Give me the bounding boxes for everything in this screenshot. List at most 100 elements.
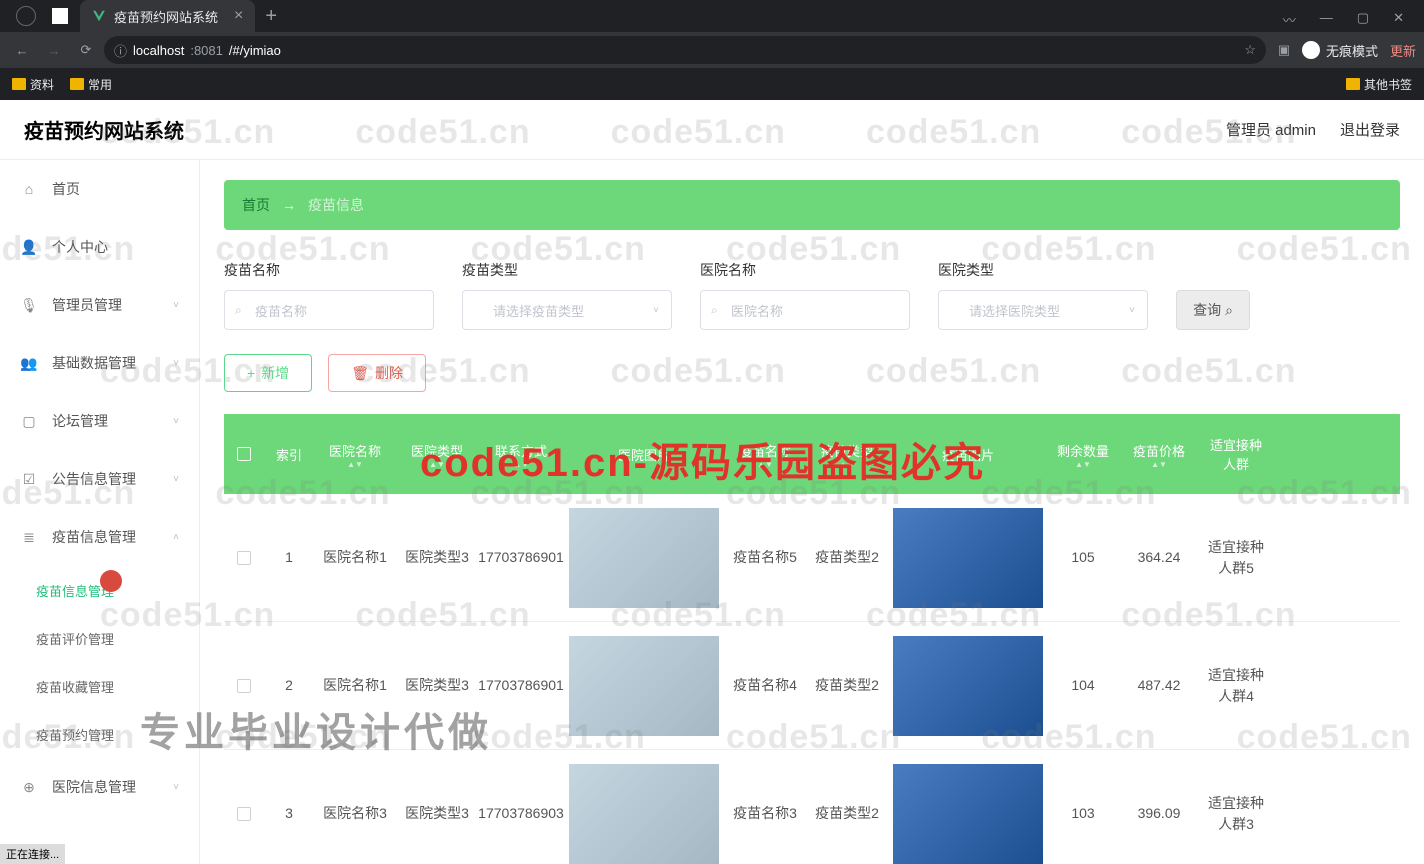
table-row: 2医院名称1医院类型317703786901疫苗名称4疫苗类型2104487.4… [224,622,1400,750]
vaccine-image [893,636,1043,736]
chevron-down-icon: ˅ [653,305,659,316]
stack-icon: ≣ [20,528,38,546]
search-icon: ⌕ [1225,302,1233,319]
row-checkbox[interactable] [237,807,251,821]
sort-icon[interactable]: ▲▼ [347,462,363,468]
sort-icon[interactable]: ▲▼ [1075,462,1091,468]
forward-button[interactable]: → [40,36,68,64]
url-port: :8081 [190,43,223,58]
filter-htype-label: 医院类型 [938,260,1148,280]
filter-vtype-select[interactable]: 请选择疫苗类型˅ [462,290,672,330]
sidebar-item-hospital[interactable]: ⊕医院信息管理˅ [0,758,199,816]
folder-icon [12,78,26,90]
sidebar-sub-vaccine-book[interactable]: 疫苗预约管理 [0,710,199,758]
cell-idx: 1 [264,547,314,568]
cell-idx: 2 [264,675,314,696]
incognito-icon [1302,41,1320,59]
window-min-icon[interactable]: 〰 [1283,10,1296,29]
data-table: 索引 医院名称▲▼ 医院类型▲▼ 联系方式▲▼ 医院图片 疫苗名称▲▼ 疫苗类型… [224,414,1400,864]
sort-icon[interactable]: ▲▼ [757,462,773,468]
filter-htype-select[interactable]: 请选择医院类型˅ [938,290,1148,330]
action-row: +新增 🗑删除 [224,354,1400,392]
cell-htype: 医院类型3 [396,547,478,568]
chevron-down-icon: ˅ [173,782,179,793]
app-header: 疫苗预约网站系统 管理员 admin 退出登录 [0,100,1424,160]
sidebar-sub-vaccine-fav[interactable]: 疫苗收藏管理 [0,662,199,710]
logout-link[interactable]: 退出登录 [1340,119,1400,140]
filter-hname-label: 医院名称 [700,260,910,280]
vue-icon [92,9,106,23]
update-button[interactable]: 更新 [1390,41,1416,60]
sort-icon[interactable]: ▲▼ [1151,462,1167,468]
cell-phone: 17703786901 [478,547,564,568]
bookmark-other[interactable]: 其他书签 [1346,76,1412,93]
table-body: 1医院名称1医院类型317703786901疫苗名称5疫苗类型2105364.2… [224,494,1400,864]
sidebar: ⌂首页 👤个人中心 🎙管理员管理˅ 👥基础数据管理˅ ▢论坛管理˅ ☑公告信息管… [0,160,200,864]
blank-tab-icon[interactable] [52,8,68,24]
tab-title: 疫苗预约网站系统 [114,7,218,26]
address-bar[interactable]: ⓘ localhost:8081/#/yimiao ☆ [104,36,1266,64]
window-max-icon[interactable]: ▢ [1357,10,1369,29]
cell-fit: 适宜接种人群4 [1200,665,1272,707]
folder-icon [70,78,84,90]
incognito-label: 无痕模式 [1326,41,1378,60]
tab-bar: 疫苗预约网站系统 × + 〰 — ▢ ✕ [0,0,1424,32]
select-all-checkbox[interactable] [237,447,251,461]
bookmark-a[interactable]: 资料 [12,76,54,93]
reload-button[interactable]: ⟳ [72,36,100,64]
window-minimize-icon[interactable]: — [1320,10,1333,29]
check-icon: ☑ [20,470,38,488]
close-tab-icon[interactable]: × [234,7,243,25]
cell-fit: 适宜接种人群5 [1200,537,1272,579]
current-user: 管理员 admin [1226,119,1316,140]
sidebar-sub-vaccine-info[interactable]: 疫苗信息管理 [0,566,199,614]
row-checkbox[interactable] [237,551,251,565]
bookmark-b[interactable]: 常用 [70,76,112,93]
chevron-up-icon: ˄ [173,532,179,543]
add-button[interactable]: +新增 [224,354,312,392]
back-button[interactable]: ← [8,36,36,64]
globe-icon: ⊕ [20,778,38,796]
sidebar-sub-vaccine-review[interactable]: 疫苗评价管理 [0,614,199,662]
user-icon: 👤 [20,238,38,256]
sidebar-item-basedata[interactable]: 👥基础数据管理˅ [0,334,199,392]
filter-vtype-label: 疫苗类型 [462,260,672,280]
app-root: 疫苗预约网站系统 管理员 admin 退出登录 ⌂首页 👤个人中心 🎙管理员管理… [0,100,1424,864]
cell-price: 396.09 [1118,803,1200,824]
sidebar-item-forum[interactable]: ▢论坛管理˅ [0,392,199,450]
sidebar-item-admin[interactable]: 🎙管理员管理˅ [0,276,199,334]
cell-fit: 适宜接种人群3 [1200,793,1272,835]
cell-qty: 105 [1048,547,1118,568]
filter-bar: 疫苗名称 ⌕疫苗名称 疫苗类型 请选择疫苗类型˅ 医院名称 ⌕医院名称 医院类型… [224,260,1400,330]
window-close-icon[interactable]: ✕ [1393,10,1404,29]
site-info-icon[interactable]: ⓘ [114,41,127,60]
browser-icon[interactable] [16,6,36,26]
cell-idx: 3 [264,803,314,824]
bookmarks-bar: 资料 常用 其他书签 [0,68,1424,100]
chevron-down-icon: ˅ [173,474,179,485]
filter-vname-input[interactable]: ⌕疫苗名称 [224,290,434,330]
breadcrumb-home[interactable]: 首页 [242,195,270,215]
sort-icon[interactable]: ▲▼ [513,462,529,468]
sidebar-item-personal[interactable]: 👤个人中心 [0,218,199,276]
query-button[interactable]: 查询⌕ [1176,290,1250,330]
folder-icon [1346,78,1360,90]
sidebar-item-vaccine[interactable]: ≣疫苗信息管理˄ [0,508,199,566]
filter-hname-input[interactable]: ⌕医院名称 [700,290,910,330]
new-tab-button[interactable]: + [265,5,277,28]
extensions-icon[interactable]: ▣ [1270,36,1298,64]
cell-vname: 疫苗名称5 [724,547,806,568]
cell-qty: 103 [1048,803,1118,824]
sidebar-item-home[interactable]: ⌂首页 [0,160,199,218]
hospital-image [569,508,719,608]
row-checkbox[interactable] [237,679,251,693]
star-icon[interactable]: ☆ [1244,42,1256,58]
delete-button[interactable]: 🗑删除 [328,354,426,392]
sidebar-item-notice[interactable]: ☑公告信息管理˅ [0,450,199,508]
chevron-down-icon: ˅ [173,358,179,369]
cell-price: 487.42 [1118,675,1200,696]
main-content: 首页 → 疫苗信息 疫苗名称 ⌕疫苗名称 疫苗类型 请选择疫苗类型˅ 医院名称 … [200,160,1424,864]
sort-icon[interactable]: ▲▼ [429,462,445,468]
sort-icon[interactable]: ▲▼ [839,462,855,468]
active-tab[interactable]: 疫苗预约网站系统 × [80,0,255,32]
